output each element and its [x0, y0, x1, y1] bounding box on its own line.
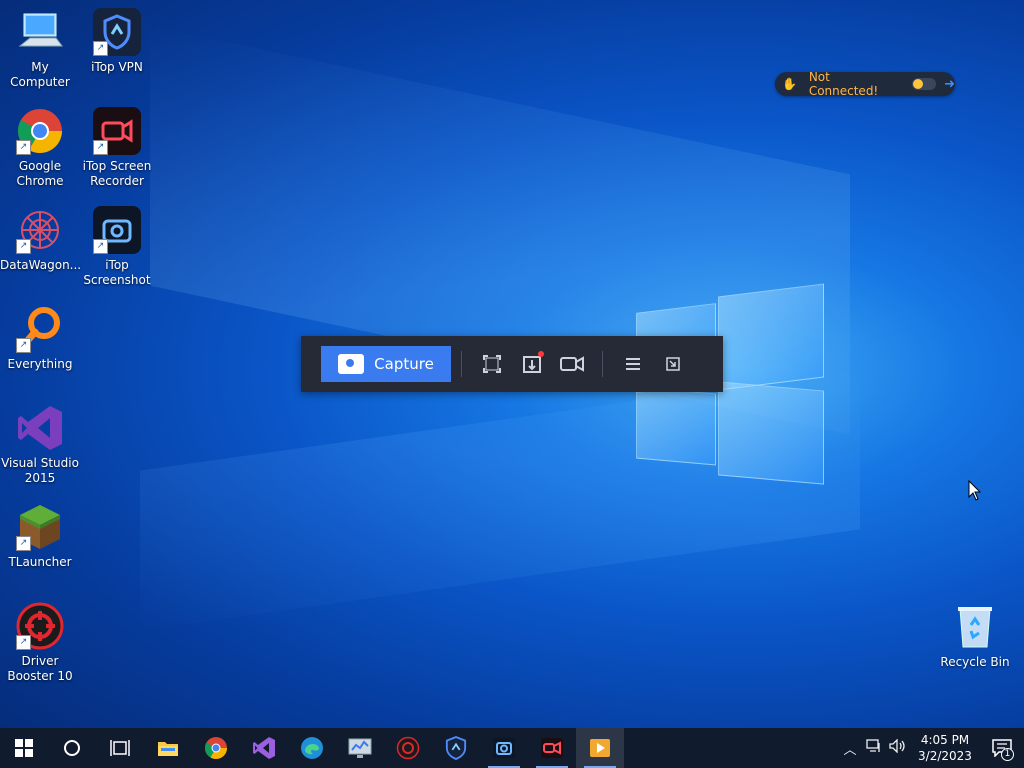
menu-button[interactable] — [613, 346, 653, 382]
taskbar-driver-booster[interactable] — [384, 728, 432, 768]
scrolling-capture-button[interactable] — [512, 346, 552, 382]
task-view-button[interactable] — [96, 728, 144, 768]
fullscreen-icon — [483, 355, 501, 373]
taskbar-itop-vpn[interactable] — [432, 728, 480, 768]
shortcut-arrow-icon: ↗ — [93, 41, 108, 56]
edge-icon — [301, 737, 323, 759]
notification-count: 1 — [1001, 748, 1014, 761]
datawagon-icon: ↗ — [16, 206, 64, 254]
record-video-button[interactable] — [552, 346, 592, 382]
chrome-icon: ↗ — [16, 107, 64, 155]
vpn-shield-icon: ↗ — [93, 8, 141, 56]
taskbar: ︿ 4:05 PM 3/2/2023 1 — [0, 728, 1024, 768]
taskbar-chrome[interactable] — [192, 728, 240, 768]
taskbar-media-player[interactable] — [576, 728, 624, 768]
mouse-cursor-icon — [968, 480, 982, 501]
folder-icon — [158, 742, 178, 756]
taskbar-itop-screenshot[interactable] — [480, 728, 528, 768]
camera-icon — [338, 354, 365, 374]
clock-date: 3/2/2023 — [918, 749, 972, 763]
scroll-capture-icon — [523, 356, 541, 373]
taskbar-itop-screen-recorder[interactable] — [528, 728, 576, 768]
video-camera-icon — [560, 356, 584, 372]
toolbar-divider — [461, 351, 462, 377]
vpn-status-text: Not Connected! — [808, 70, 879, 98]
hamburger-menu-icon — [626, 358, 640, 370]
visual-studio-icon — [16, 404, 64, 452]
signal-icon: ✋ — [782, 77, 798, 91]
windows-start-icon — [15, 739, 33, 757]
shortcut-arrow-icon: ↗ — [16, 635, 31, 650]
taskbar-datawagon[interactable] — [336, 728, 384, 768]
capture-button-label: Capture — [374, 355, 434, 373]
taskbar-visual-studio[interactable] — [240, 728, 288, 768]
collapse-icon — [666, 357, 680, 371]
toolbar-divider — [602, 351, 603, 377]
chevron-up-icon[interactable]: ︿ — [838, 739, 862, 758]
action-center-button[interactable]: 1 — [980, 728, 1024, 768]
screenshot-icon — [493, 738, 515, 758]
desktop-icon-recycle-bin[interactable]: Recycle Bin — [935, 603, 1015, 670]
desktop-icon-datawagon[interactable]: ↗ DataWagon... — [0, 206, 81, 273]
taskbar-edge[interactable] — [288, 728, 336, 768]
shortcut-arrow-icon: ↗ — [93, 239, 108, 254]
screen-recorder-icon: ↗ — [93, 107, 141, 155]
clock-time: 4:05 PM — [920, 733, 970, 747]
taskbar-file-explorer[interactable] — [144, 728, 192, 768]
task-view-icon — [110, 740, 130, 756]
shortcut-arrow-icon: ↗ — [93, 140, 108, 155]
desktop-icon-my-computer[interactable]: My Computer — [0, 8, 80, 90]
volume-icon[interactable] — [886, 738, 910, 757]
computer-icon — [16, 8, 64, 56]
monitor-tool-icon — [348, 738, 372, 758]
grass-block-icon: ↗ — [16, 503, 64, 551]
desktop-icon-everything[interactable]: ↗ Everything — [0, 305, 80, 372]
magnifier-icon: ↗ — [16, 305, 64, 353]
desktop-icon-visual-studio[interactable]: Visual Studio 2015 — [0, 404, 80, 486]
chrome-icon — [204, 737, 227, 759]
play-icon — [590, 739, 610, 757]
start-button[interactable] — [0, 728, 48, 768]
screenshot-icon: ↗ — [93, 206, 141, 254]
network-icon[interactable] — [862, 739, 886, 757]
shortcut-arrow-icon: ↗ — [16, 140, 31, 155]
visual-studio-icon — [253, 737, 275, 759]
clock[interactable]: 4:05 PM 3/2/2023 — [910, 732, 980, 764]
desktop-icon-itop-vpn[interactable]: ↗ iTop VPN — [77, 8, 157, 75]
shortcut-arrow-icon: ↗ — [16, 536, 31, 551]
desktop-icon-tlauncher[interactable]: ↗ TLauncher — [0, 503, 80, 570]
vpn-toggle[interactable] — [912, 78, 937, 90]
system-tray: ︿ 4:05 PM 3/2/2023 1 — [838, 728, 1024, 768]
desktop-icon-driver-booster[interactable]: ↗ Driver Booster 10 — [0, 602, 80, 684]
capture-button[interactable]: Capture — [321, 346, 451, 382]
shortcut-arrow-icon: ↗ — [16, 338, 31, 353]
screen-recorder-icon — [541, 738, 563, 758]
minimize-toolbar-button[interactable] — [653, 346, 693, 382]
driver-booster-icon: ↗ — [16, 602, 64, 650]
arrow-right-icon[interactable]: ➜ — [944, 77, 955, 92]
shortcut-arrow-icon: ↗ — [16, 239, 31, 254]
desktop-icon-itop-screenshot[interactable]: ↗ iTop Screenshot — [77, 206, 157, 288]
fullscreen-capture-button[interactable] — [472, 346, 512, 382]
driver-booster-icon — [396, 736, 420, 760]
vpn-status-widget[interactable]: ✋ Not Connected! ➜ — [775, 70, 955, 98]
search-circle-icon — [64, 740, 80, 756]
search-button[interactable] — [48, 728, 96, 768]
vpn-shield-icon — [445, 736, 467, 760]
notification-dot — [538, 351, 544, 357]
desktop-icon-itop-screen-recorder[interactable]: ↗ iTop Screen Recorder — [77, 107, 157, 189]
desktop-icon-google-chrome[interactable]: ↗ Google Chrome — [0, 107, 80, 189]
capture-toolbar: Capture — [301, 336, 723, 392]
recycle-bin-icon — [951, 603, 999, 651]
